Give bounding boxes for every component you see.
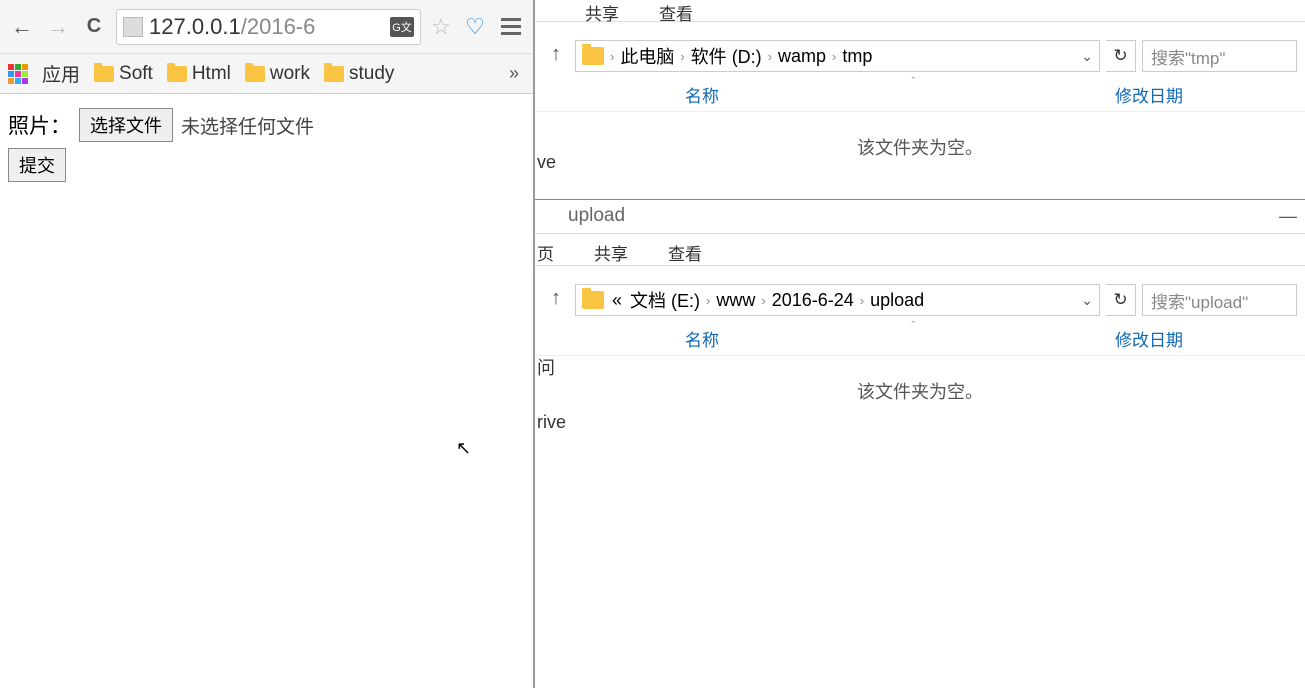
address-bar[interactable]: › 此电脑 › 软件 (D:) › wamp › tmp ⌄ bbox=[575, 40, 1100, 72]
tab-home[interactable]: 页 bbox=[537, 240, 554, 265]
empty-message: 该文件夹为空。 bbox=[535, 134, 1305, 160]
chevron-right-icon: › bbox=[678, 49, 686, 64]
bookmark-study[interactable]: study bbox=[324, 63, 394, 85]
sort-indicator-icon: ˆ bbox=[911, 320, 915, 332]
page-icon bbox=[123, 17, 143, 37]
translate-icon[interactable]: G文 bbox=[390, 17, 414, 37]
clipped-text: rive bbox=[537, 412, 566, 433]
window-title: upload bbox=[568, 205, 625, 227]
browser-toolbar: ← → C 127.0.0.1/2016-6 G文 ☆ ♡ bbox=[0, 0, 533, 54]
up-button[interactable]: ↑ bbox=[543, 287, 569, 313]
folder-icon bbox=[324, 66, 344, 82]
up-button[interactable]: ↑ bbox=[543, 43, 569, 69]
column-date[interactable]: 修改日期 bbox=[1115, 82, 1305, 107]
breadcrumb-seg[interactable]: www bbox=[716, 290, 755, 311]
empty-message: 该文件夹为空。 bbox=[535, 378, 1305, 404]
column-headers: 名称ˆ 修改日期 bbox=[535, 322, 1305, 356]
folder-icon bbox=[582, 47, 604, 65]
url-path: /2016-6 bbox=[241, 14, 316, 40]
bookmark-work[interactable]: work bbox=[245, 63, 310, 85]
tab-view[interactable]: 查看 bbox=[659, 0, 693, 25]
minimize-icon[interactable]: — bbox=[1279, 206, 1297, 227]
file-status: 未选择任何文件 bbox=[181, 112, 314, 139]
breadcrumb-prefix: « bbox=[608, 290, 626, 311]
apps-icon[interactable] bbox=[8, 64, 28, 84]
chevron-right-icon: › bbox=[759, 293, 767, 308]
column-name[interactable]: 名称ˆ bbox=[535, 326, 1115, 351]
folder-icon bbox=[94, 66, 114, 82]
folder-icon bbox=[245, 66, 265, 82]
menu-icon[interactable] bbox=[497, 18, 525, 35]
column-headers: 名称ˆ 修改日期 bbox=[535, 78, 1305, 112]
tab-share[interactable]: 共享 bbox=[585, 0, 619, 25]
folder-icon bbox=[582, 291, 604, 309]
breadcrumb-seg[interactable]: tmp bbox=[842, 46, 872, 67]
explorer-window-bottom: upload — 页 共享 查看 ↑ « 文档 (E:) › www › 201… bbox=[535, 200, 1305, 688]
submit-button[interactable]: 提交 bbox=[8, 148, 66, 182]
url-bar[interactable]: 127.0.0.1/2016-6 G文 bbox=[116, 9, 421, 45]
page-content: 照片： 选择文件 未选择任何文件 提交 bbox=[0, 94, 533, 196]
breadcrumb-seg[interactable]: 软件 (D:) bbox=[691, 43, 762, 69]
photo-label: 照片： bbox=[8, 110, 71, 140]
shield-icon[interactable]: ♡ bbox=[461, 14, 489, 40]
bookmark-star-icon[interactable]: ☆ bbox=[429, 14, 453, 40]
forward-button[interactable]: → bbox=[44, 13, 72, 41]
breadcrumb-seg[interactable]: 此电脑 bbox=[620, 43, 674, 69]
reload-button[interactable]: C bbox=[80, 13, 108, 41]
chevron-right-icon: › bbox=[704, 293, 712, 308]
sort-indicator-icon: ˆ bbox=[911, 76, 915, 88]
bookmarks-more[interactable]: » bbox=[509, 63, 525, 84]
breadcrumb-seg[interactable]: wamp bbox=[778, 46, 826, 67]
refresh-button[interactable]: ↻ bbox=[1106, 40, 1136, 72]
breadcrumb-seg[interactable]: 文档 (E:) bbox=[630, 287, 700, 313]
breadcrumb-seg[interactable]: 2016-6-24 bbox=[772, 290, 854, 311]
bookmark-html[interactable]: Html bbox=[167, 63, 231, 85]
chevron-right-icon: › bbox=[766, 49, 774, 64]
cursor-icon: ↖ bbox=[456, 438, 471, 459]
search-input[interactable]: 搜索"upload" bbox=[1142, 284, 1297, 316]
clipped-text: ve bbox=[537, 152, 556, 173]
bookmarks-bar: 应用 Soft Html work study » bbox=[0, 54, 533, 94]
tab-view[interactable]: 查看 bbox=[668, 240, 702, 265]
column-name[interactable]: 名称ˆ bbox=[535, 82, 1115, 107]
chevron-right-icon: › bbox=[608, 49, 616, 64]
tab-share[interactable]: 共享 bbox=[594, 240, 628, 265]
ribbon-tabs: 页 共享 查看 bbox=[535, 234, 1305, 266]
chevron-down-icon[interactable]: ⌄ bbox=[1081, 48, 1093, 65]
bookmark-soft[interactable]: Soft bbox=[94, 63, 153, 85]
breadcrumb-seg[interactable]: upload bbox=[870, 290, 924, 311]
url-host: 127.0.0.1 bbox=[149, 14, 241, 40]
chevron-right-icon: › bbox=[830, 49, 838, 64]
ribbon-tabs: 共享 查看 bbox=[535, 0, 1305, 22]
chevron-down-icon[interactable]: ⌄ bbox=[1081, 292, 1093, 309]
address-row: ↑ › 此电脑 › 软件 (D:) › wamp › tmp ⌄ ↻ 搜索"tm… bbox=[535, 34, 1305, 78]
explorer-window-top: 共享 查看 ↑ › 此电脑 › 软件 (D:) › wamp › tmp ⌄ ↻… bbox=[535, 0, 1305, 200]
apps-label[interactable]: 应用 bbox=[42, 60, 80, 87]
clipped-text: 问 bbox=[537, 354, 555, 380]
folder-icon bbox=[167, 66, 187, 82]
refresh-button[interactable]: ↻ bbox=[1106, 284, 1136, 316]
address-bar[interactable]: « 文档 (E:) › www › 2016-6-24 › upload ⌄ bbox=[575, 284, 1100, 316]
choose-file-button[interactable]: 选择文件 bbox=[79, 108, 173, 142]
chevron-right-icon: › bbox=[858, 293, 866, 308]
column-date[interactable]: 修改日期 bbox=[1115, 326, 1305, 351]
back-button[interactable]: ← bbox=[8, 13, 36, 41]
address-row: ↑ « 文档 (E:) › www › 2016-6-24 › upload ⌄… bbox=[535, 278, 1305, 322]
search-input[interactable]: 搜索"tmp" bbox=[1142, 40, 1297, 72]
browser-window: ← → C 127.0.0.1/2016-6 G文 ☆ ♡ 应用 Soft Ht… bbox=[0, 0, 535, 688]
